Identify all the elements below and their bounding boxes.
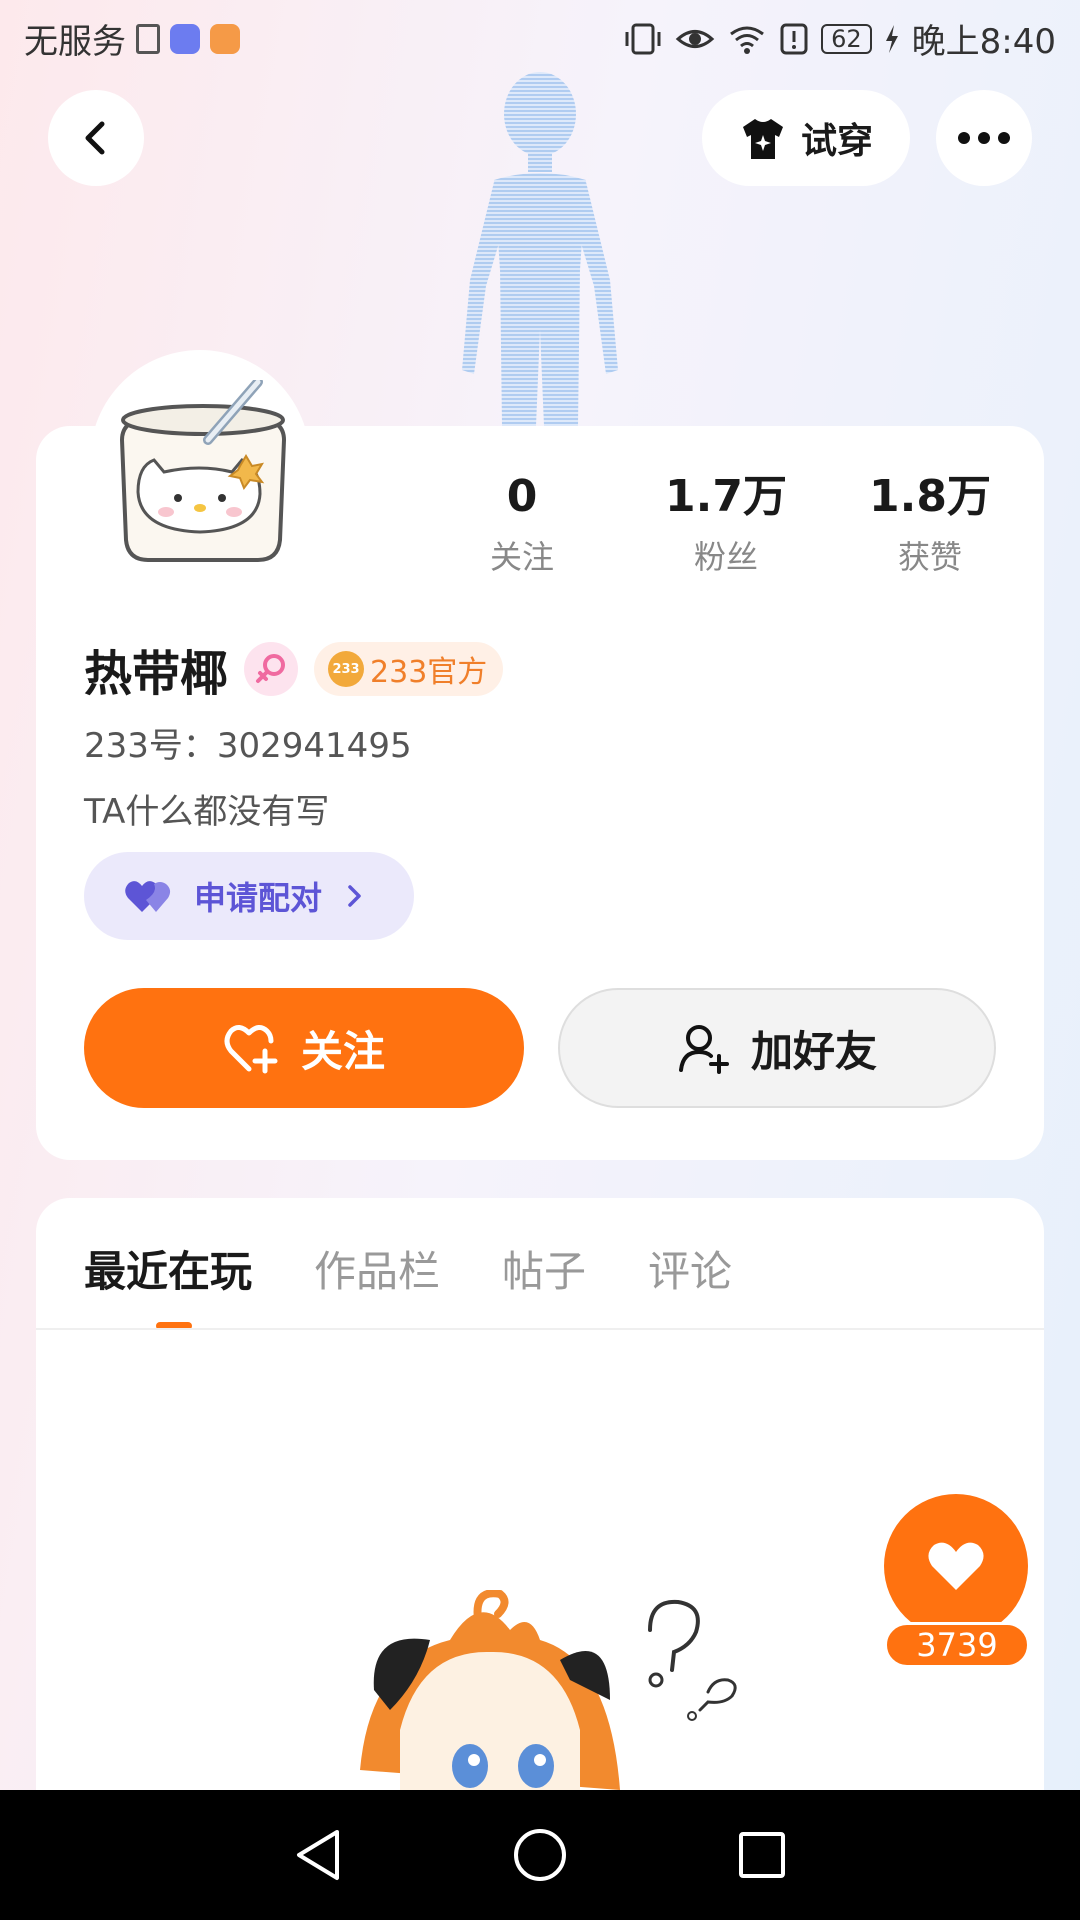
status-right: 62 晚上8:40: [623, 14, 1056, 63]
more-button[interactable]: [936, 90, 1032, 186]
tshirt-icon: [742, 119, 783, 159]
status-left: 无服务: [24, 14, 240, 63]
tab-posts[interactable]: 帖子: [502, 1238, 586, 1299]
stat-label: 关注: [489, 538, 554, 576]
try-on-label: 试穿: [800, 121, 873, 162]
carrier-text: 无服务: [24, 22, 126, 62]
battery-indicator: 62: [821, 23, 872, 54]
music-app-icon: [170, 23, 200, 54]
sim-alert-icon: [780, 23, 808, 54]
stat-likes[interactable]: 1.8万 获赞: [840, 468, 1020, 578]
request-pair-button[interactable]: 申请配对: [84, 852, 414, 940]
stat-value: 1.7万: [665, 471, 787, 522]
status-bar: 无服务 62 晚上8:40: [0, 0, 1080, 74]
double-heart-icon: [125, 881, 171, 912]
follow-button[interactable]: 关注: [84, 988, 524, 1108]
tab-divider: [36, 1328, 1044, 1330]
stat-fans[interactable]: 1.7万 粉丝: [636, 468, 816, 578]
clock: 晚上8:40: [911, 22, 1056, 62]
eye-icon: [675, 29, 715, 48]
gender-badge: [244, 642, 299, 696]
female-icon: [256, 654, 286, 683]
stat-label: 粉丝: [693, 538, 758, 576]
stat-following[interactable]: 0 关注: [432, 468, 612, 578]
video-app-icon: [210, 23, 240, 54]
like-count: 3739: [884, 1622, 1030, 1668]
heart-plus-icon: [224, 1025, 278, 1074]
add-friend-label: 加好友: [750, 1026, 877, 1076]
official-logo-icon: 233: [328, 651, 365, 687]
like-button[interactable]: [884, 1494, 1028, 1638]
stat-value: 1.8万: [869, 471, 991, 522]
add-friend-button[interactable]: 加好友: [558, 988, 996, 1108]
official-badge[interactable]: 233 233官方: [314, 642, 504, 696]
avatar-figure[interactable]: [430, 70, 650, 426]
recents-square-icon[interactable]: [737, 1830, 787, 1880]
tab-bar: 最近在玩 作品栏 帖子 评论: [84, 1238, 732, 1299]
empty-state-mascot: [360, 1590, 737, 1790]
system-nav-bar: [0, 1790, 1080, 1920]
wifi-icon: [730, 26, 764, 54]
request-pair-label: 申请配对: [194, 879, 323, 917]
heart-icon: [928, 1542, 984, 1590]
tab-recent-play[interactable]: 最近在玩: [84, 1238, 252, 1299]
home-circle-icon[interactable]: [513, 1828, 567, 1882]
vibrate-icon: [625, 23, 661, 54]
username: 热带椰: [84, 646, 229, 702]
bio: TA什么都没有写: [84, 792, 330, 832]
more-dots-icon: [958, 132, 1010, 144]
stat-label: 获赞: [897, 538, 962, 576]
user-id[interactable]: 233号：302941495: [84, 718, 412, 767]
stat-value: 0: [506, 471, 538, 522]
name-row: 热带椰 233 233官方: [84, 634, 504, 704]
document-icon: [136, 23, 160, 54]
tab-works[interactable]: 作品栏: [314, 1238, 440, 1299]
official-badge-label: 233官方: [370, 655, 488, 690]
chevron-left-icon: [85, 121, 105, 155]
tab-comments[interactable]: 评论: [648, 1238, 732, 1299]
back-triangle-icon[interactable]: [293, 1828, 343, 1882]
charging-icon: [885, 24, 898, 53]
back-button[interactable]: [48, 90, 144, 186]
avatar[interactable]: [108, 380, 298, 570]
chevron-right-icon: [348, 885, 361, 907]
follow-label: 关注: [300, 1026, 385, 1076]
try-on-button[interactable]: 试穿: [702, 90, 910, 186]
add-user-icon: [678, 1025, 729, 1074]
